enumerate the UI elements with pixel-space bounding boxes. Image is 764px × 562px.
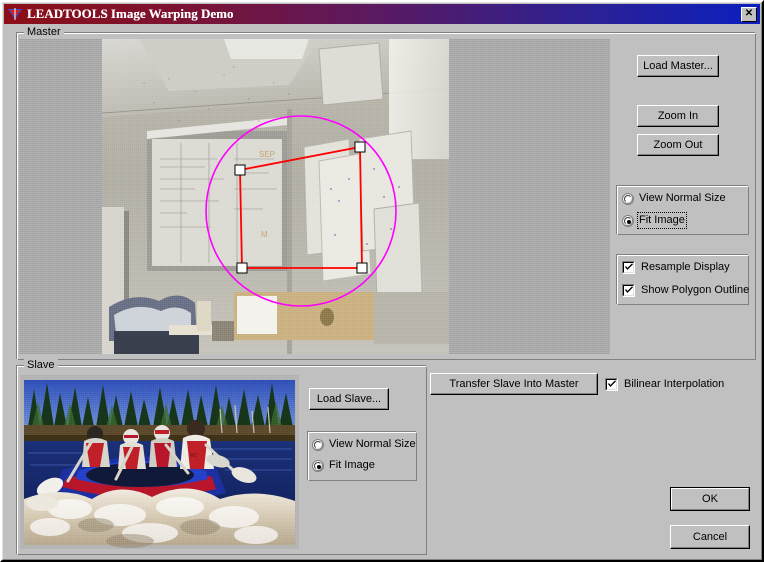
transfer-slave-into-master-button[interactable]: Transfer Slave Into Master	[430, 373, 598, 395]
svg-text:RC: RC	[190, 453, 198, 459]
checkbox-indicator	[622, 261, 635, 274]
zoom-in-button[interactable]: Zoom In	[637, 105, 719, 127]
slave-fit-image-radio[interactable]: Fit Image	[312, 458, 375, 473]
zoom-out-button[interactable]: Zoom Out	[637, 134, 719, 156]
checkbox-indicator	[605, 378, 618, 391]
show-polygon-outline-label: Show Polygon Outline	[641, 284, 750, 296]
warp-handles	[234, 141, 368, 274]
slave-view-normal-size-label: View Normal Size	[329, 438, 416, 450]
bilinear-interpolation-label: Bilinear Interpolation	[624, 378, 725, 390]
slave-image: RC	[24, 380, 295, 548]
master-group-label: Master	[24, 26, 64, 38]
resample-display-checkbox[interactable]: Resample Display	[622, 260, 730, 275]
leadtools-logo-icon	[7, 7, 23, 21]
zoom-out-button-label: Zoom Out	[653, 139, 703, 151]
checkbox-indicator	[622, 284, 635, 297]
application-window: LEADTOOLS Image Warping Demo ✕ Master SE…	[0, 0, 764, 562]
slave-group-label: Slave	[24, 359, 58, 371]
load-slave-button[interactable]: Load Slave...	[309, 388, 389, 410]
zoom-in-button-label: Zoom In	[657, 110, 699, 122]
resample-display-label: Resample Display	[641, 261, 730, 273]
ok-button-label: OK	[702, 493, 718, 505]
master-view-normal-size-label: View Normal Size	[639, 192, 726, 204]
radio-indicator	[622, 192, 634, 205]
transfer-button-label: Transfer Slave Into Master	[449, 378, 579, 390]
load-master-button[interactable]: Load Master...	[637, 55, 719, 77]
load-master-button-label: Load Master...	[643, 60, 713, 72]
master-image-pane[interactable]: SEP M	[19, 39, 610, 354]
master-fit-image-radio[interactable]: Fit Image	[622, 212, 687, 229]
master-fit-image-label: Fit Image	[637, 212, 687, 229]
slave-image-pane[interactable]: RC	[20, 375, 299, 549]
cancel-button-label: Cancel	[692, 531, 728, 543]
radio-indicator	[312, 438, 324, 451]
window-title: LEADTOOLS Image Warping Demo	[27, 6, 234, 21]
warp-polygon	[239, 145, 363, 269]
title-bar: LEADTOOLS Image Warping Demo ✕	[4, 4, 760, 24]
ok-button[interactable]: OK	[670, 487, 750, 511]
slave-fit-image-label: Fit Image	[329, 459, 375, 471]
master-view-normal-size-radio[interactable]: View Normal Size	[622, 191, 726, 206]
slave-view-normal-size-radio[interactable]: View Normal Size	[312, 437, 416, 452]
show-polygon-outline-checkbox[interactable]: Show Polygon Outline	[622, 283, 749, 298]
cancel-button[interactable]: Cancel	[670, 525, 750, 549]
close-icon[interactable]: ✕	[741, 6, 757, 22]
bilinear-interpolation-checkbox[interactable]: Bilinear Interpolation	[605, 377, 724, 392]
radio-indicator	[622, 214, 634, 227]
load-slave-button-label: Load Slave...	[316, 393, 382, 405]
warp-overlay[interactable]	[19, 39, 610, 354]
warp-circle	[205, 115, 397, 307]
radio-indicator	[312, 459, 324, 472]
